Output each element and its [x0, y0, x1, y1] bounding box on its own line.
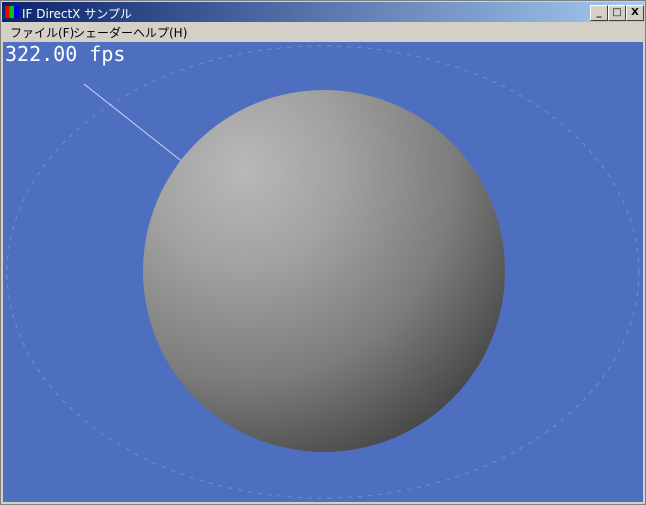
window-title: IF DirectX サンプル	[22, 7, 132, 21]
minimize-button[interactable]: _	[590, 5, 608, 21]
light-direction-line	[83, 83, 190, 168]
app-window: IF DirectX サンプル _ □ X ファイル(F) シェーダー ヘルプ(…	[0, 0, 646, 505]
menu-help[interactable]: ヘルプ(H)	[133, 24, 187, 41]
app-icon[interactable]	[5, 6, 19, 18]
menu-shader[interactable]: シェーダー	[73, 24, 133, 41]
maximize-button[interactable]: □	[608, 5, 626, 21]
shaded-sphere	[143, 90, 505, 452]
fps-counter: 322.00 fps	[5, 42, 126, 66]
render-viewport[interactable]: 322.00 fps	[3, 42, 643, 502]
title-bar[interactable]: IF DirectX サンプル _ □ X	[2, 2, 644, 22]
menu-file[interactable]: ファイル(F)	[10, 24, 74, 41]
close-button[interactable]: X	[626, 5, 644, 21]
menu-bar: ファイル(F) シェーダー ヘルプ(H)	[2, 22, 644, 41]
